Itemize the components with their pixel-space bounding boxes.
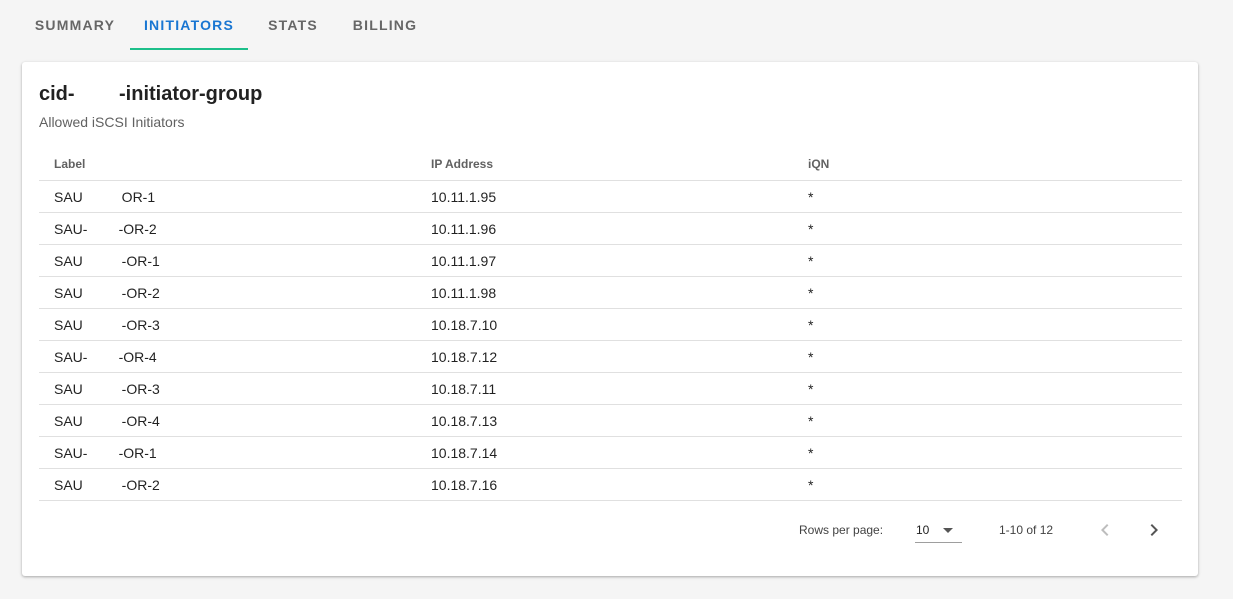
cell-ip-address: 10.18.7.14 (416, 436, 793, 469)
cell-ip-address: 10.11.1.96 (416, 212, 793, 245)
cell-label: SAU- -OR-4 (39, 340, 416, 373)
cell-iqn: * (793, 244, 1182, 277)
table-row[interactable]: SAU -OR-2 10.11.1.98 * (39, 276, 1182, 309)
column-header-ip-address[interactable]: IP Address (416, 148, 793, 181)
table-pagination: Rows per page: 10 1-10 of 12 (39, 502, 1182, 558)
cell-ip-address: 10.18.7.11 (416, 372, 793, 405)
cell-iqn: * (793, 212, 1182, 245)
table-row[interactable]: SAU OR-1 10.11.1.95 * (39, 180, 1182, 213)
card-subtitle: Allowed iSCSI Initiators (39, 114, 185, 130)
cell-iqn: * (793, 180, 1182, 213)
cell-ip-address: 10.11.1.98 (416, 276, 793, 309)
tab-bar: SUMMARY INITIATORS STATS BILLING (20, 0, 432, 50)
tab-stats[interactable]: STATS (248, 0, 338, 50)
cell-label: SAU -OR-3 (39, 308, 416, 341)
initiators-table: Label IP Address iQN SAU OR-1 10.11.1.95… (39, 148, 1182, 501)
table-header-row: Label IP Address iQN (39, 148, 1182, 181)
next-page-button[interactable] (1138, 514, 1170, 546)
tab-billing[interactable]: BILLING (338, 0, 432, 50)
table-row[interactable]: SAU -OR-4 10.18.7.13 * (39, 404, 1182, 437)
cell-label: SAU- -OR-1 (39, 436, 416, 469)
cell-label: SAU -OR-4 (39, 404, 416, 437)
cell-ip-address: 10.11.1.97 (416, 244, 793, 277)
cell-label: SAU -OR-2 (39, 468, 416, 501)
table-row[interactable]: SAU -OR-3 10.18.7.11 * (39, 372, 1182, 405)
cell-iqn: * (793, 404, 1182, 437)
cell-label: SAU -OR-1 (39, 244, 416, 277)
cell-label: SAU -OR-2 (39, 276, 416, 309)
cell-iqn: * (793, 372, 1182, 405)
cell-iqn: * (793, 308, 1182, 341)
cell-ip-address: 10.18.7.10 (416, 308, 793, 341)
tab-summary[interactable]: SUMMARY (20, 0, 130, 50)
caret-down-icon (943, 528, 953, 533)
table-row[interactable]: SAU -OR-1 10.11.1.97 * (39, 244, 1182, 277)
table-row[interactable]: SAU- -OR-2 10.11.1.96 * (39, 212, 1182, 245)
table-row[interactable]: SAU -OR-2 10.18.7.16 * (39, 468, 1182, 501)
cell-label: SAU -OR-3 (39, 372, 416, 405)
previous-page-button[interactable] (1089, 514, 1121, 546)
table-row[interactable]: SAU- -OR-1 10.18.7.14 * (39, 436, 1182, 469)
cell-label: SAU OR-1 (39, 180, 416, 213)
chevron-right-icon (1150, 524, 1158, 536)
card-title: cid- -initiator-group (39, 83, 263, 105)
cell-iqn: * (793, 436, 1182, 469)
column-header-label[interactable]: Label (39, 148, 416, 181)
cell-ip-address: 10.18.7.12 (416, 340, 793, 373)
chevron-left-icon (1101, 524, 1109, 536)
cell-iqn: * (793, 276, 1182, 309)
initiators-card: cid- -initiator-group Allowed iSCSI Init… (22, 62, 1198, 576)
tab-initiators[interactable]: INITIATORS (130, 0, 248, 50)
rows-per-page-label: Rows per page: (799, 523, 884, 537)
cell-iqn: * (793, 468, 1182, 501)
rows-per-page-value: 10 (916, 523, 930, 537)
initiators-table-wrap: Label IP Address iQN SAU OR-1 10.11.1.95… (39, 148, 1182, 501)
table-row[interactable]: SAU- -OR-4 10.18.7.12 * (39, 340, 1182, 373)
cell-ip-address: 10.11.1.95 (416, 180, 793, 213)
cell-ip-address: 10.18.7.13 (416, 404, 793, 437)
cell-label: SAU- -OR-2 (39, 212, 416, 245)
cell-iqn: * (793, 340, 1182, 373)
cell-ip-address: 10.18.7.16 (416, 468, 793, 501)
page-range-text: 1-10 of 12 (999, 523, 1054, 537)
table-row[interactable]: SAU -OR-3 10.18.7.10 * (39, 308, 1182, 341)
column-header-iqn[interactable]: iQN (793, 148, 1182, 181)
rows-per-page-select[interactable]: 10 (915, 517, 962, 543)
